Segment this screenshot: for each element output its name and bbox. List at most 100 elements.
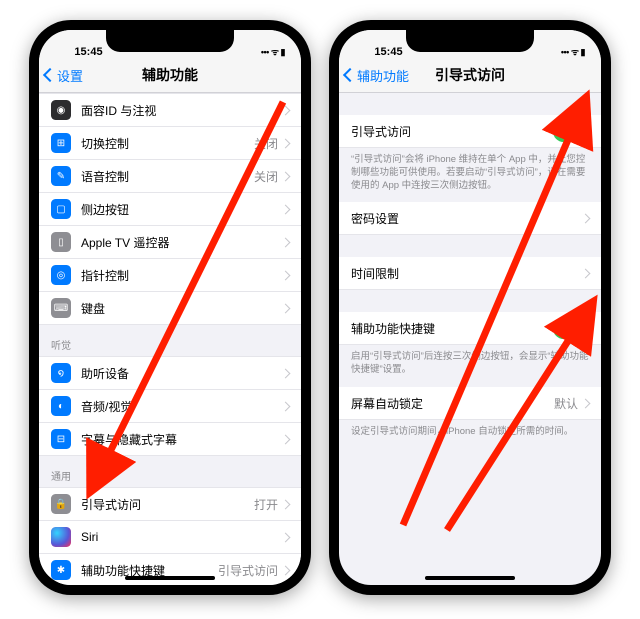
footer-shortcut: 启用“引导式访问”后连按三次侧边按钮，会显示“辅助功能快捷键”设置。 — [339, 345, 601, 387]
chevron-right-icon — [281, 237, 291, 247]
nav-title: 引导式访问 — [435, 65, 505, 85]
hearing-icon: ໑ — [51, 363, 71, 383]
row-time-limit[interactable]: 时间限制 — [339, 257, 601, 290]
content-right: 引导式访问 “引导式访问”会将 iPhone 维持在单个 App 中，并让您控制… — [339, 93, 601, 585]
face-id-icon: ◉ — [51, 100, 71, 120]
keyboard-icon: ⌨ — [51, 298, 71, 318]
row-value: 打开 — [254, 496, 278, 513]
settings-row[interactable]: ◐ 音频/视觉 — [39, 390, 301, 423]
status-icons: ••• ᯤ ▮ — [530, 45, 585, 58]
tv-remote-icon: ▯ — [51, 232, 71, 252]
switch-icon: ⊞ — [51, 133, 71, 153]
home-indicator[interactable] — [425, 576, 515, 580]
content-left: ◉ 面容ID 与注视 ⊞ 切换控制关闭 ✎ 语音控制关闭 ▢ 侧边按钮 ▯ Apple TV 遥控… — [39, 93, 301, 585]
chevron-right-icon — [581, 213, 591, 223]
settings-row[interactable]: ✱辅助功能快捷键引导式访问 — [39, 554, 301, 585]
row-label: 切换控制 — [81, 135, 254, 152]
nav-bar: 设置 辅助功能 — [39, 58, 301, 93]
phone-frame-left: 15:45 ••• ᯤ ▮ 设置 辅助功能 ◉ 面容ID 与注视 ⊞ 切换控制关闭 ✎ 语… — [29, 20, 311, 595]
row-label: 引导式访问 — [351, 123, 553, 140]
nav-title: 辅助功能 — [142, 65, 198, 85]
footer-autolock: 设定引导式访问期间，iPhone 自动锁定所需的时间。 — [339, 420, 601, 449]
row-label: 面容ID 与注视 — [81, 102, 282, 119]
siri-icon — [51, 527, 71, 547]
row-label: 键盘 — [81, 300, 282, 317]
row-label: 时间限制 — [351, 265, 582, 282]
row-value: 默认 — [554, 395, 578, 412]
status-time: 15:45 — [55, 46, 116, 58]
home-indicator[interactable] — [125, 576, 215, 580]
row-label: 侧边按钮 — [81, 201, 282, 218]
guided-icon: 🔒 — [51, 494, 71, 514]
chevron-left-icon — [343, 68, 357, 82]
captions-icon: ⊟ — [51, 429, 71, 449]
chevron-left-icon — [43, 68, 57, 82]
notch — [406, 30, 534, 52]
toggle-on-icon[interactable] — [553, 318, 589, 339]
row-shortcut-toggle[interactable]: 辅助功能快捷键 — [339, 312, 601, 345]
settings-row[interactable]: ✎ 语音控制关闭 — [39, 160, 301, 193]
row-label: 音频/视觉 — [81, 398, 282, 415]
back-label: 设置 — [57, 66, 83, 85]
settings-row[interactable]: ◉ 面容ID 与注视 — [39, 93, 301, 127]
settings-row[interactable]: ⊞ 切换控制关闭 — [39, 127, 301, 160]
back-button[interactable]: 设置 — [45, 58, 83, 92]
back-button[interactable]: 辅助功能 — [345, 58, 409, 92]
settings-row[interactable]: ⊟ 字幕与隐藏式字幕 — [39, 423, 301, 456]
chevron-right-icon — [281, 204, 291, 214]
row-password[interactable]: 密码设置 — [339, 202, 601, 235]
status-time: 15:45 — [355, 46, 416, 58]
status-icons: ••• ᯤ ▮ — [230, 45, 285, 58]
nav-bar: 辅助功能 引导式访问 — [339, 58, 601, 93]
pointer-icon: ◎ — [51, 265, 71, 285]
shortcut-icon: ✱ — [51, 560, 71, 580]
row-label: 助听设备 — [81, 365, 282, 382]
chevron-right-icon — [281, 434, 291, 444]
chevron-right-icon — [581, 268, 591, 278]
row-label: 引导式访问 — [81, 496, 254, 513]
row-label: 指针控制 — [81, 267, 282, 284]
chevron-right-icon — [581, 398, 591, 408]
audio-icon: ◐ — [51, 396, 71, 416]
chevron-right-icon — [281, 270, 291, 280]
footer-guided: “引导式访问”会将 iPhone 维持在单个 App 中，并让您控制哪些功能可供… — [339, 148, 601, 202]
row-label: 语音控制 — [81, 168, 254, 185]
settings-row[interactable]: 🔒 引导式访问打开 — [39, 487, 301, 521]
group-header-hearing: 听觉 — [39, 325, 301, 356]
chevron-right-icon — [281, 171, 291, 181]
screen-right: 15:45 ••• ᯤ ▮ 辅助功能 引导式访问 引导式访问 “引导式访问”会将… — [339, 30, 601, 585]
chevron-right-icon — [281, 303, 291, 313]
settings-row[interactable]: ⌨ 键盘 — [39, 292, 301, 325]
chevron-right-icon — [281, 565, 291, 575]
settings-row[interactable]: ◎ 指针控制 — [39, 259, 301, 292]
group-mobility: ◉ 面容ID 与注视 ⊞ 切换控制关闭 ✎ 语音控制关闭 ▢ 侧边按钮 ▯ Apple TV 遥控… — [39, 93, 301, 325]
row-label: 字幕与隐藏式字幕 — [81, 431, 282, 448]
row-value: 引导式访问 — [218, 562, 278, 579]
back-label: 辅助功能 — [357, 66, 409, 85]
group-hearing: ໑ 助听设备 ◐ 音频/视觉 ⊟ 字幕与隐藏式字幕 — [39, 356, 301, 456]
notch — [106, 30, 234, 52]
row-label: 密码设置 — [351, 210, 582, 227]
row-value: 关闭 — [254, 135, 278, 152]
voice-icon: ✎ — [51, 166, 71, 186]
group-general: 🔒引导式访问打开Siri✱辅助功能快捷键引导式访问 — [39, 487, 301, 585]
row-label: Apple TV 遥控器 — [81, 234, 282, 251]
row-guided-access-toggle[interactable]: 引导式访问 — [339, 115, 601, 148]
group-header-general: 通用 — [39, 456, 301, 487]
chevron-right-icon — [281, 401, 291, 411]
settings-row[interactable]: Siri — [39, 521, 301, 554]
chevron-right-icon — [281, 532, 291, 542]
row-label: Siri — [81, 530, 282, 544]
chevron-right-icon — [281, 499, 291, 509]
row-value: 关闭 — [254, 168, 278, 185]
toggle-on-icon[interactable] — [553, 121, 589, 142]
settings-row[interactable]: ໑ 助听设备 — [39, 356, 301, 390]
settings-row[interactable]: ▢ 侧边按钮 — [39, 193, 301, 226]
row-label: 屏幕自动锁定 — [351, 395, 554, 412]
settings-row[interactable]: ▯ Apple TV 遥控器 — [39, 226, 301, 259]
chevron-right-icon — [281, 105, 291, 115]
row-autolock[interactable]: 屏幕自动锁定 默认 — [339, 387, 601, 420]
phone-frame-right: 15:45 ••• ᯤ ▮ 辅助功能 引导式访问 引导式访问 “引导式访问”会将… — [329, 20, 611, 595]
chevron-right-icon — [281, 138, 291, 148]
side-btn-icon: ▢ — [51, 199, 71, 219]
